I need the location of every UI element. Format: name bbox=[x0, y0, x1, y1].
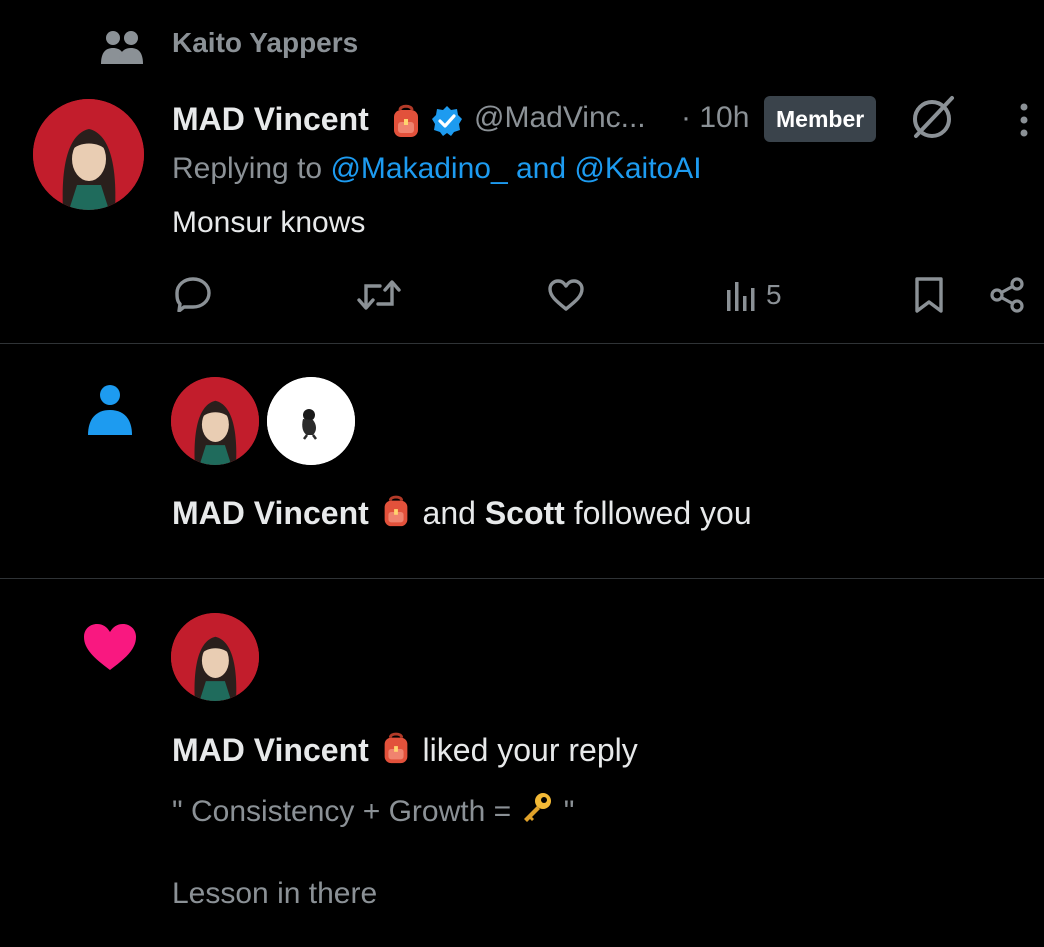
liked-reply-extra-line: Lesson in there bbox=[172, 877, 378, 910]
key-emoji bbox=[519, 790, 555, 834]
author-handle[interactable]: @MadVinc... bbox=[474, 101, 646, 135]
connector-text: and bbox=[422, 495, 476, 531]
tweet-text: Monsur knows bbox=[172, 206, 366, 239]
bookmark-button[interactable] bbox=[913, 276, 945, 314]
views-count: 5 bbox=[766, 279, 782, 310]
liker-name[interactable]: MAD Vincent bbox=[172, 732, 369, 768]
follower-1-name[interactable]: MAD Vincent bbox=[172, 495, 369, 531]
follow-notification-text[interactable]: MAD Vincent and Scott followed you bbox=[172, 493, 752, 537]
person-icon bbox=[86, 383, 134, 440]
share-icon bbox=[990, 277, 1024, 313]
avatar-follower-2[interactable] bbox=[267, 377, 355, 465]
replying-to-mentions[interactable]: @Makadino_ and @KaitoAI bbox=[330, 152, 701, 185]
backpack-emoji bbox=[378, 493, 414, 537]
member-badge: Member bbox=[764, 96, 877, 142]
tweet-time[interactable]: · 10h bbox=[681, 101, 749, 135]
verified-badge-icon bbox=[431, 105, 463, 142]
quote-text-before: " Consistency + Growth = bbox=[172, 795, 520, 828]
avatar[interactable] bbox=[33, 99, 144, 210]
grok-icon[interactable] bbox=[908, 94, 960, 147]
retweet-button[interactable] bbox=[356, 278, 402, 312]
follower-2-name[interactable]: Scott bbox=[485, 495, 565, 531]
like-notification-text[interactable]: MAD Vincent liked your reply bbox=[172, 730, 638, 774]
divider bbox=[0, 343, 1044, 344]
like-button[interactable] bbox=[547, 278, 585, 312]
like-icon bbox=[548, 279, 584, 311]
quote-text-after: " bbox=[555, 795, 575, 828]
views-button[interactable]: 5 bbox=[726, 278, 782, 312]
divider bbox=[0, 578, 1044, 579]
like-action-text: liked your reply bbox=[422, 732, 638, 768]
community-name[interactable]: Kaito Yappers bbox=[172, 27, 358, 59]
community-icon bbox=[100, 28, 144, 73]
follow-action-text: followed you bbox=[573, 495, 752, 531]
replying-to-line: Replying to @Makadino_ and @KaitoAI bbox=[172, 152, 702, 186]
replying-to-prefix: Replying to bbox=[172, 152, 323, 185]
backpack-emoji bbox=[387, 102, 425, 145]
backpack-emoji bbox=[378, 730, 414, 774]
liked-reply-quote: " Consistency + Growth = " bbox=[172, 790, 574, 834]
share-button[interactable] bbox=[988, 276, 1026, 314]
avatar-follower-1[interactable] bbox=[171, 377, 259, 465]
more-icon[interactable] bbox=[1017, 102, 1031, 143]
reply-icon bbox=[175, 277, 211, 312]
reply-button[interactable] bbox=[174, 276, 212, 312]
heart-icon bbox=[82, 622, 138, 677]
retweet-icon bbox=[357, 280, 401, 310]
avatar-liker[interactable] bbox=[171, 613, 259, 701]
views-icon bbox=[727, 282, 755, 311]
bookmark-icon bbox=[915, 277, 943, 313]
author-name[interactable]: MAD Vincent bbox=[172, 101, 369, 138]
